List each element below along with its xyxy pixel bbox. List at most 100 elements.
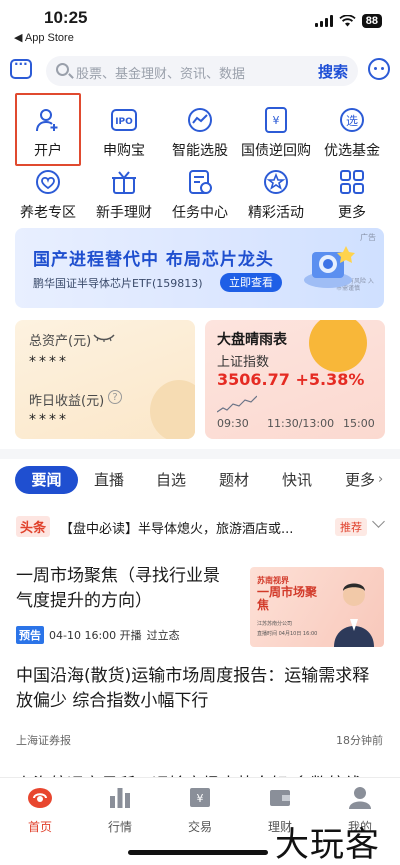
nav-market[interactable]: 行情: [80, 784, 160, 835]
nav-home[interactable]: 首页: [0, 784, 80, 835]
heart-shield-icon: [36, 170, 60, 194]
profile-icon: [349, 787, 371, 809]
grid-item-more[interactable]: 更多: [312, 162, 392, 226]
grid-item-label: 国债逆回购: [241, 143, 311, 159]
status-bar: 10:25 ◀ App Store 88: [0, 0, 400, 48]
article-host: 过立态: [146, 629, 180, 642]
help-icon[interactable]: ?: [108, 390, 122, 404]
back-to-app-store[interactable]: ◀ App Store: [14, 31, 74, 44]
section-divider: [0, 449, 400, 459]
status-icons: 88: [314, 14, 382, 28]
cellular-signal-icon: [314, 15, 333, 27]
star-badge-icon: [264, 170, 288, 194]
eye-hidden-icon[interactable]: [93, 334, 115, 342]
tab-flash[interactable]: 快讯: [282, 469, 312, 490]
tab-themes[interactable]: 题材: [219, 469, 249, 490]
bar-chart-icon: [110, 788, 130, 808]
bond-icon-text: ¥: [273, 114, 280, 127]
search-icon: [56, 63, 69, 76]
fund-select-icon: 选: [340, 108, 364, 132]
sun-icon: [309, 320, 367, 372]
article-title[interactable]: 一周市场聚焦（寻找行业景气度提升的方向）: [16, 564, 236, 614]
total-assets-label: 总资产(元): [29, 334, 92, 349]
tab-headlines[interactable]: 要闻: [15, 466, 78, 494]
grid-item-activities[interactable]: 精彩活动: [236, 162, 316, 226]
index-change: +5.38%: [295, 370, 365, 389]
index-name: 上证指数: [217, 355, 270, 370]
index-value: 3506.77: [217, 370, 290, 389]
grid-item-smart-pick[interactable]: 智能选股: [160, 100, 240, 164]
recommend-badge: 推荐: [335, 518, 367, 536]
grid-item-label: 优选基金: [324, 143, 380, 159]
chip-illustration-icon: [304, 246, 355, 288]
time-label: 11:30/13:00: [267, 417, 335, 430]
banner-title: 国产进程替代中 布局芯片龙头: [33, 250, 274, 270]
yesterday-earnings-label: 昨日收益(元): [29, 394, 105, 409]
market-card-title: 大盘晴雨表: [217, 332, 287, 348]
ipo-icon-text: IPO: [115, 117, 133, 127]
grid-item-reverse-repo[interactable]: ¥ 国债逆回购: [236, 100, 316, 164]
grid-item-fund-select[interactable]: 选 优选基金: [312, 100, 392, 164]
article-item[interactable]: 中国沿海(散货)运输市场周度报告：运输需求释放偏少 综合指数小幅下行 上海证券报…: [0, 662, 400, 752]
wifi-icon: [339, 15, 356, 27]
grid-item-label: 精彩活动: [248, 205, 304, 221]
index-quote: 3506.77 +5.38%: [217, 370, 364, 389]
article-meta: 预告 04-10 16:00 开播 过立态: [16, 626, 180, 644]
thumb-time: 直播时间 04月10日 16:00: [257, 631, 318, 637]
yesterday-earnings-value: ****: [29, 412, 69, 428]
asset-card[interactable]: 总资产(元) **** 昨日收益(元) ? ****: [15, 320, 195, 439]
search-button[interactable]: 搜索: [318, 61, 348, 82]
ad-tag: 广告: [360, 233, 376, 242]
thumb-title: 一周市场聚焦: [257, 585, 318, 612]
time-label: 09:30: [217, 417, 249, 430]
article-thumbnail[interactable]: 苏南视界 一周市场聚焦 江苏苏南分公司 直播时间 04月10日 16:00: [250, 567, 384, 647]
home-indicator: [128, 850, 268, 855]
nav-trade[interactable]: ¥ 交易: [160, 784, 240, 835]
bond-icon: ¥: [265, 107, 287, 133]
status-time: 10:25: [44, 8, 88, 27]
preview-badge: 预告: [16, 626, 44, 644]
grid-item-label: 智能选股: [172, 143, 228, 159]
headline-text[interactable]: 【盘中必读】半导体熄火，旅游酒店或...: [60, 518, 332, 537]
gift-icon: [112, 171, 136, 194]
battery-indicator: 88: [361, 14, 382, 28]
grid-item-ipo[interactable]: IPO 申购宝: [84, 100, 164, 164]
trend-icon: [188, 108, 212, 132]
task-icon: [189, 170, 212, 194]
banner-subtitle: 鹏华国证半导体芯片ETF(159813): [33, 277, 203, 290]
grid-item-beginner[interactable]: 新手理财: [84, 162, 164, 226]
tab-live[interactable]: 直播: [94, 469, 124, 490]
total-assets-value: ****: [29, 354, 69, 370]
message-icon[interactable]: [10, 57, 32, 79]
article-title[interactable]: 中国沿海(散货)运输市场周度报告：运输需求释放偏少 综合指数小幅下行: [16, 664, 386, 714]
article-item[interactable]: 一周市场聚焦（寻找行业景气度提升的方向） 预告 04-10 16:00 开播 过…: [0, 556, 400, 656]
chevron-down-icon[interactable]: [372, 515, 385, 528]
tab-watchlist[interactable]: 自选: [156, 469, 186, 490]
watermark-text: 大玩客: [275, 825, 380, 865]
ipo-icon: IPO: [111, 109, 137, 131]
grid-item-label: 养老专区: [20, 205, 76, 221]
tab-more[interactable]: 更多: [345, 469, 375, 490]
headline-strip[interactable]: 头条 【盘中必读】半导体熄火，旅游酒店或... 推荐: [0, 510, 400, 540]
grid-item-label: 任务中心: [172, 205, 228, 221]
banner-cta-button[interactable]: 立即查看: [220, 273, 282, 292]
presenter-photo: [334, 583, 374, 647]
grid-item-label: 更多: [338, 205, 366, 221]
news-tabs: 要闻 直播 自选 题材 快讯 更多 ›: [0, 466, 400, 496]
thumb-org: 江苏苏南分公司: [257, 621, 293, 627]
grid-item-pension[interactable]: 养老专区: [8, 162, 88, 226]
robot-assistant-icon[interactable]: [368, 58, 390, 80]
article-source: 上海证券报: [16, 734, 71, 747]
chevron-right-icon[interactable]: ›: [378, 472, 383, 487]
market-card[interactable]: 大盘晴雨表 上证指数 3506.77 +5.38% 09:30 11:30/13…: [205, 320, 385, 439]
nav-label: 首页: [27, 820, 52, 834]
promo-banner[interactable]: 国产进程替代中 布局芯片龙头 鹏华国证半导体芯片ETF(159813) 立即查看…: [15, 228, 384, 308]
headline-tag: 头条: [16, 516, 51, 537]
grid-item-label: 新手理财: [96, 205, 152, 221]
highlight-box: [15, 93, 81, 166]
wallet-icon: [270, 790, 290, 806]
grid-item-task-center[interactable]: 任务中心: [160, 162, 240, 226]
search-header: 股票、基金理财、资讯、数据 搜索: [0, 52, 400, 90]
search-bar[interactable]: 股票、基金理财、资讯、数据 搜索: [46, 56, 358, 86]
money-bag-icon: [150, 380, 195, 439]
